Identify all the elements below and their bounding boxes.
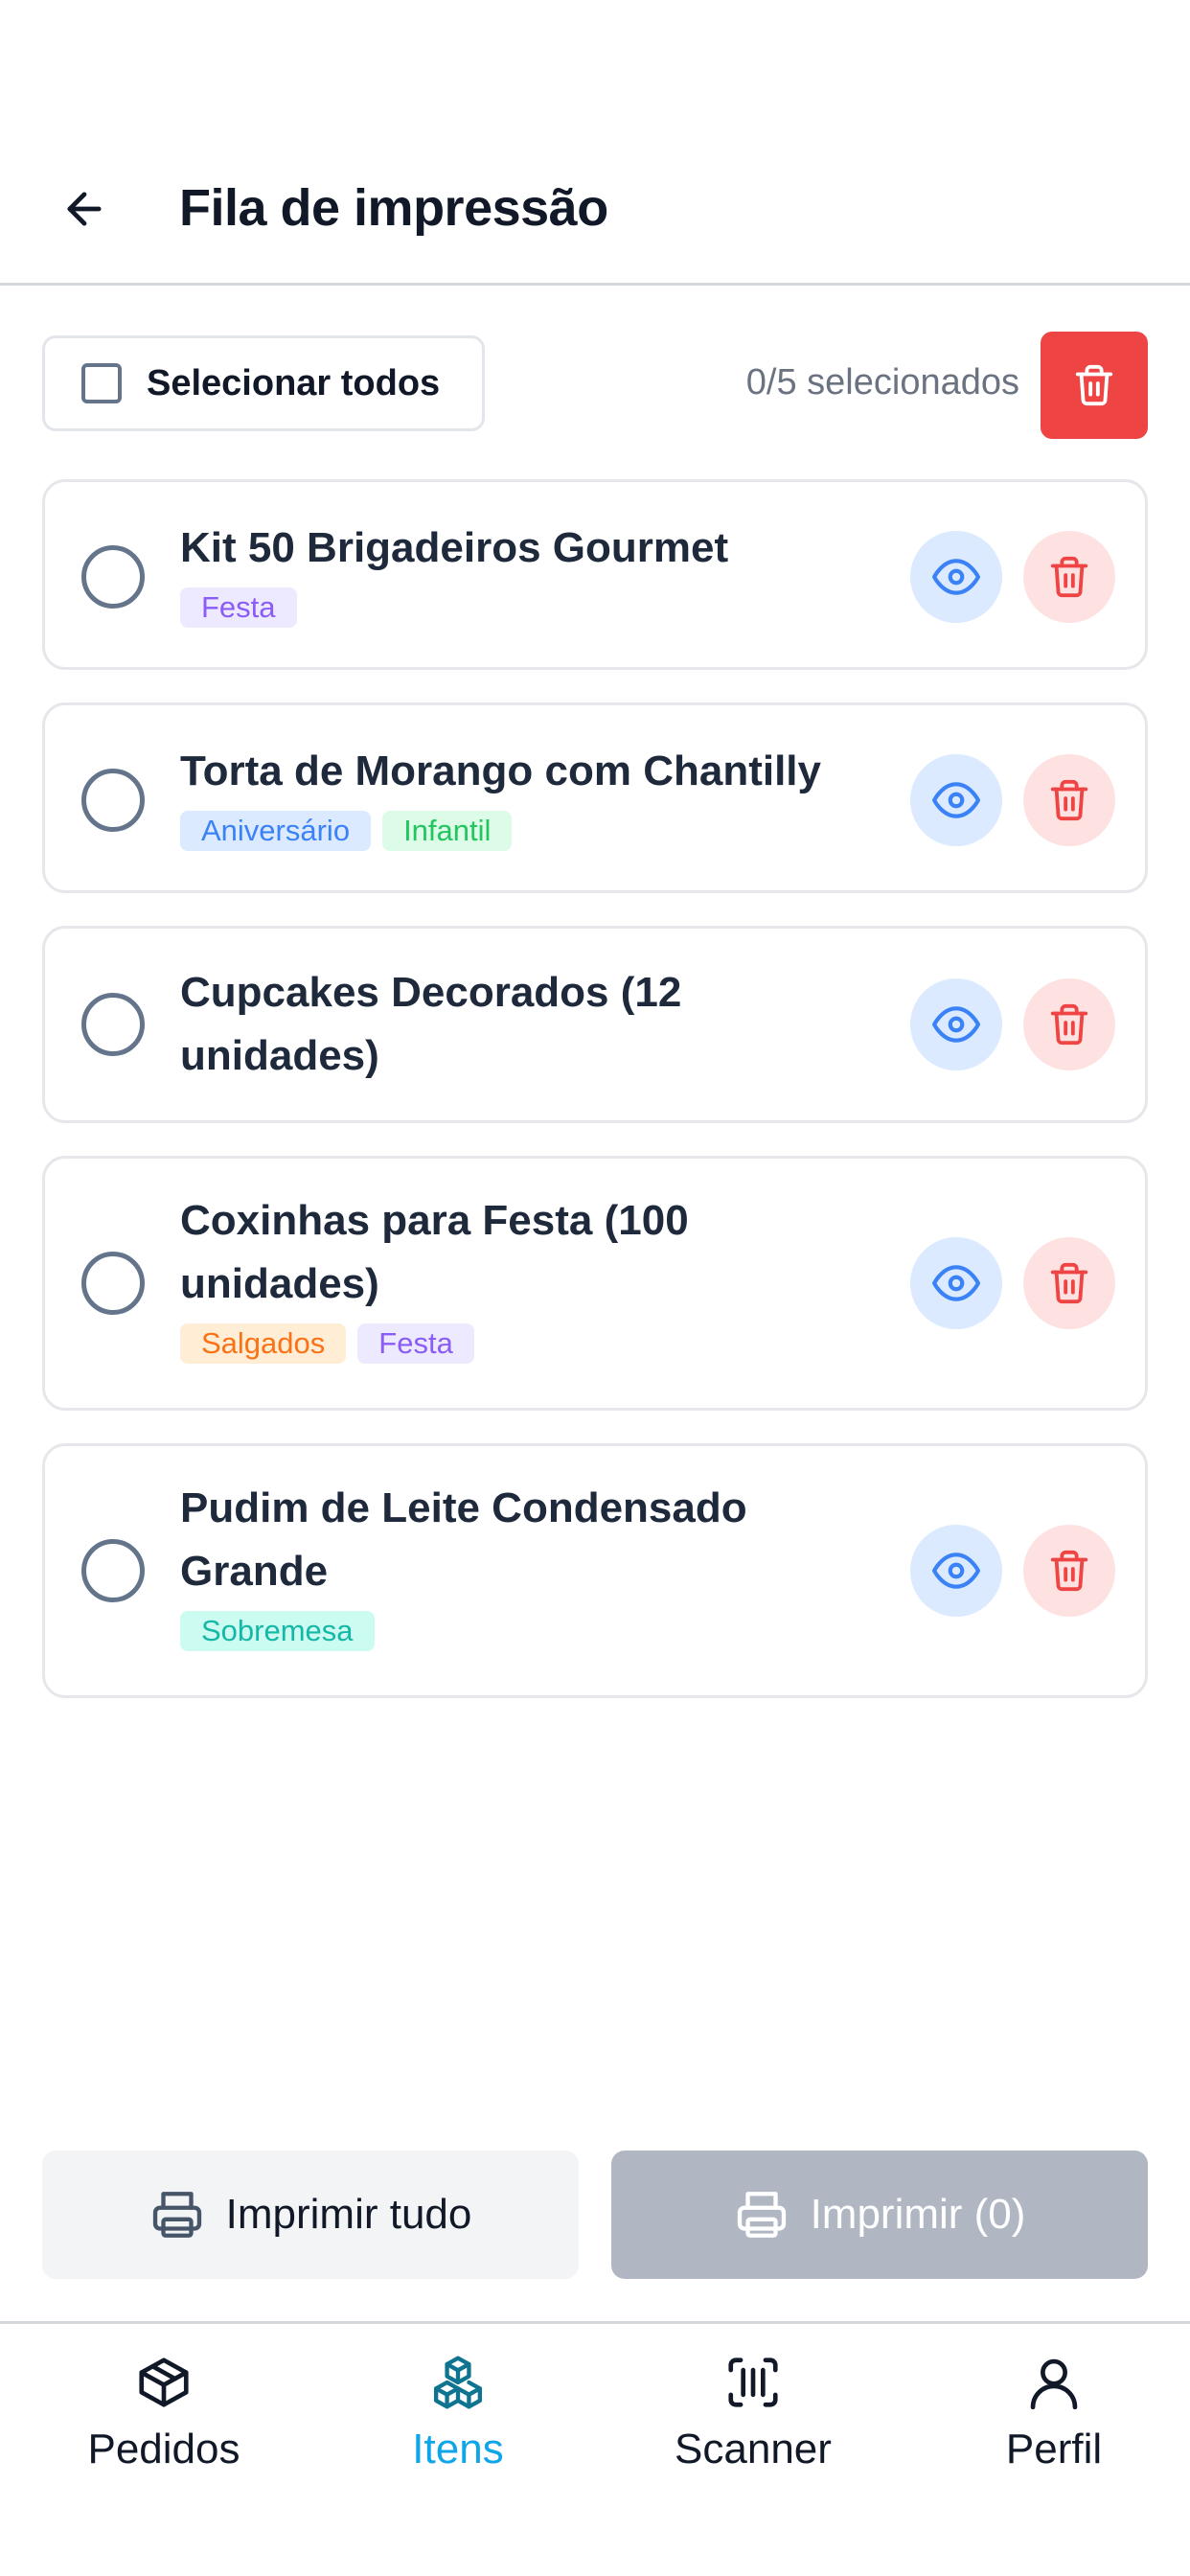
selection-toolbar: Selecionar todos 0/5 selecionados — [42, 332, 1148, 439]
item-title: Torta de Morango com Chantilly — [180, 748, 822, 794]
eye-icon — [932, 559, 980, 595]
selected-count: 0/5 selecionados — [745, 362, 1019, 402]
print-all-button[interactable]: Imprimir tudo — [42, 2150, 579, 2279]
view-item-button[interactable] — [910, 531, 1002, 623]
item-tag: Aniversário — [180, 811, 372, 851]
queue-item: Coxinhas para Festa (100 unidades) Salga… — [42, 1156, 1148, 1411]
page-title: Fila de impressão — [179, 179, 608, 237]
item-tag: Salgados — [180, 1323, 347, 1364]
item-select-radio[interactable] — [81, 993, 145, 1056]
queue-item: Kit 50 Brigadeiros Gourmet Festa — [42, 479, 1148, 670]
eye-icon — [932, 1006, 980, 1043]
trash-icon — [1050, 1262, 1088, 1304]
item-select-radio[interactable] — [81, 1252, 145, 1315]
item-select-radio[interactable] — [81, 545, 145, 609]
trash-icon — [1050, 1003, 1088, 1046]
item-tag: Festa — [357, 1323, 474, 1364]
printer-icon — [737, 2192, 786, 2238]
item-title: Cupcakes Decorados (12 unidades) — [180, 969, 682, 1079]
select-all-button[interactable]: Selecionar todos — [42, 335, 485, 431]
user-icon — [1030, 2358, 1078, 2410]
delete-item-button[interactable] — [1023, 978, 1115, 1070]
queue-item: Pudim de Leite Condensado Grande Sobreme… — [42, 1443, 1148, 1698]
arrow-left-icon — [67, 192, 102, 226]
app-header: Fila de impressão — [0, 0, 1190, 286]
item-title: Coxinhas para Festa (100 unidades) — [180, 1197, 689, 1307]
print-all-label: Imprimir tudo — [225, 2191, 472, 2238]
item-title: Pudim de Leite Condensado Grande — [180, 1484, 747, 1595]
trash-icon — [1050, 779, 1088, 821]
tab-pedidos[interactable]: Pedidos — [49, 2353, 279, 2473]
item-select-radio[interactable] — [81, 769, 145, 832]
box-icon — [139, 2358, 189, 2407]
tab-label: Pedidos — [87, 2426, 240, 2472]
view-item-button[interactable] — [910, 754, 1002, 846]
tab-perfil[interactable]: Perfil — [939, 2353, 1169, 2473]
tab-label: Scanner — [675, 2426, 832, 2472]
printer-icon — [152, 2192, 201, 2238]
bottom-tab-bar: Pedidos Itens Scanner Perfil — [0, 2321, 1190, 2576]
queue-item: Torta de Morango com Chantilly Aniversár… — [42, 702, 1148, 893]
cubes-icon — [433, 2356, 483, 2409]
eye-icon — [932, 1552, 980, 1589]
trash-icon — [1075, 364, 1113, 406]
print-selected-label: Imprimir (0) — [810, 2191, 1026, 2238]
delete-item-button[interactable] — [1023, 531, 1115, 623]
item-tag: Infantil — [382, 811, 513, 851]
eye-icon — [932, 782, 980, 818]
view-item-button[interactable] — [910, 978, 1002, 1070]
delete-item-button[interactable] — [1023, 754, 1115, 846]
view-item-button[interactable] — [910, 1237, 1002, 1329]
scan-barcode-icon — [728, 2358, 778, 2407]
tab-scanner[interactable]: Scanner — [638, 2353, 868, 2473]
view-item-button[interactable] — [910, 1525, 1002, 1617]
tab-label: Itens — [412, 2426, 504, 2472]
item-tag: Sobremesa — [180, 1611, 375, 1651]
tab-itens[interactable]: Itens — [343, 2353, 573, 2473]
item-tag: Festa — [180, 587, 297, 628]
back-button[interactable] — [56, 180, 113, 238]
trash-icon — [1050, 1550, 1088, 1592]
print-selected-button[interactable]: Imprimir (0) — [611, 2150, 1148, 2279]
select-all-label: Selecionar todos — [147, 362, 441, 403]
delete-item-button[interactable] — [1023, 1237, 1115, 1329]
delete-item-button[interactable] — [1023, 1525, 1115, 1617]
select-all-checkbox[interactable] — [81, 363, 122, 403]
delete-selected-button[interactable] — [1041, 332, 1148, 439]
queue-item: Cupcakes Decorados (12 unidades) — [42, 926, 1148, 1123]
eye-icon — [932, 1265, 980, 1301]
trash-icon — [1050, 556, 1088, 598]
item-title: Kit 50 Brigadeiros Gourmet — [180, 524, 729, 571]
item-select-radio[interactable] — [81, 1539, 145, 1602]
tab-label: Perfil — [1005, 2426, 1103, 2472]
print-actions: Imprimir tudo Imprimir (0) — [42, 2150, 1148, 2279]
